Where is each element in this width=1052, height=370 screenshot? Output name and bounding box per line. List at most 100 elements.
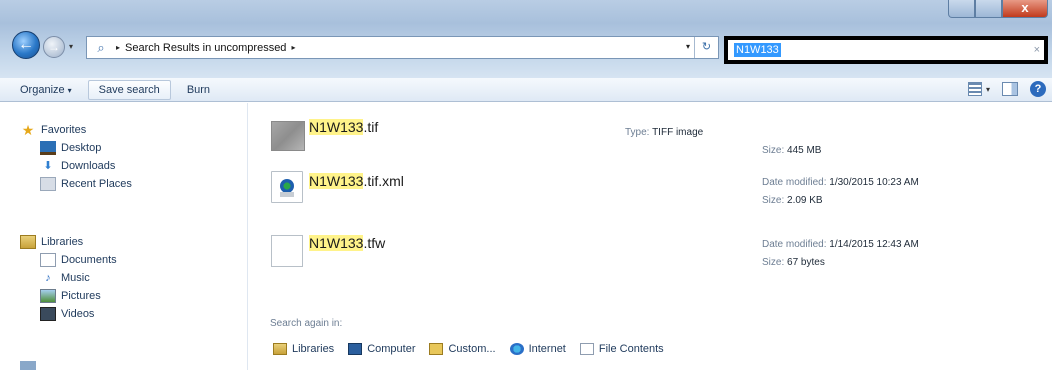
size-value: 2.09 KB	[787, 195, 823, 206]
organize-button[interactable]: Organize ▾	[10, 81, 82, 99]
sidebar-item-recent-places[interactable]: Recent Places	[20, 175, 132, 193]
navigation-pane: ★ Favorites Desktop ⬇ Downloads Recent P…	[0, 103, 248, 370]
sidebar-item-partial[interactable]	[20, 361, 110, 370]
chevron-down-icon[interactable]: ▾	[986, 85, 990, 94]
address-history-dropdown-icon[interactable]: ▾	[686, 42, 690, 51]
back-button[interactable]: ←	[12, 31, 40, 59]
desktop-icon	[40, 141, 56, 155]
forward-button[interactable]: →	[43, 36, 65, 58]
close-button[interactable]: x	[1002, 0, 1048, 18]
link-label: File Contents	[598, 343, 664, 355]
pictures-icon	[40, 289, 56, 303]
search-again-internet-link[interactable]: Internet	[509, 343, 566, 355]
search-again-libraries-link[interactable]: Libraries	[273, 343, 334, 355]
file-extension: .tif.xml	[363, 173, 404, 189]
star-icon: ★	[21, 122, 35, 138]
type-value: TIFF image	[652, 127, 704, 138]
file-size: Size: 67 bytes	[762, 257, 825, 268]
maximize-button[interactable]	[975, 0, 1002, 18]
change-view-icon[interactable]	[967, 82, 982, 96]
title-bar: x ← → ▾ ⌕ ▸ Search Results in uncompress…	[0, 0, 1052, 78]
file-name[interactable]: N1W133.tfw	[309, 235, 385, 251]
search-again-computer-link[interactable]: Computer	[348, 343, 415, 355]
search-again-label: Search again in:	[270, 318, 343, 329]
file-size: Size: 2.09 KB	[762, 195, 823, 206]
sidebar-item-label: Music	[61, 272, 90, 284]
recent-places-icon	[40, 177, 56, 191]
search-again-file-contents-link[interactable]: File Contents	[579, 343, 664, 355]
search-results-pane: N1W133.tif Type: TIFF image Size: 445 MB…	[249, 103, 1052, 370]
date-value: 1/30/2015 10:23 AM	[829, 177, 919, 188]
link-label: Computer	[367, 343, 416, 355]
sidebar-item-label: Documents	[61, 254, 117, 266]
date-label: Date modified:	[762, 239, 827, 250]
search-query[interactable]: N1W133	[734, 43, 781, 57]
help-icon[interactable]: ?	[1030, 81, 1046, 97]
sidebar-item-label: Libraries	[41, 236, 84, 248]
file-size: Size: 445 MB	[762, 145, 821, 156]
file-name[interactable]: N1W133.tif	[309, 119, 378, 135]
minimize-button[interactable]	[948, 0, 975, 18]
favorites-group: ★ Favorites Desktop ⬇ Downloads Recent P…	[20, 121, 132, 193]
link-label: Custom...	[448, 343, 496, 355]
search-input[interactable]: N1W133 ×	[724, 36, 1048, 64]
size-label: Size:	[762, 195, 785, 206]
xml-file-icon	[271, 171, 303, 203]
recent-pages-dropdown[interactable]: ▾	[69, 42, 73, 51]
computer-icon	[348, 343, 363, 355]
size-value: 445 MB	[787, 145, 822, 156]
file-date-modified: Date modified: 1/14/2015 12:43 AM	[762, 239, 919, 250]
blank-file-icon	[271, 235, 303, 267]
search-match-highlight: N1W133	[309, 235, 364, 251]
sidebar-item-libraries[interactable]: Libraries	[20, 233, 117, 251]
music-icon: ♪	[45, 272, 51, 284]
file-type: Type: TIFF image	[625, 127, 703, 138]
sidebar-item-pictures[interactable]: Pictures	[20, 287, 117, 305]
libraries-icon	[273, 343, 287, 355]
internet-globe-icon	[509, 343, 524, 355]
sidebar-item-label: Desktop	[61, 142, 102, 154]
address-bar[interactable]: ⌕ ▸ Search Results in uncompressed ▸ ▾ ↻	[86, 36, 719, 59]
search-again-locations: Libraries Computer Custom... Internet Fi…	[273, 343, 664, 355]
preview-pane-icon[interactable]	[1002, 82, 1018, 96]
link-label: Internet	[528, 343, 566, 355]
sidebar-item-desktop[interactable]: Desktop	[20, 139, 132, 157]
sidebar-item-label: Recent Places	[61, 178, 132, 190]
size-value: 67 bytes	[787, 257, 825, 268]
sidebar-item-label: Favorites	[41, 124, 87, 136]
clear-search-icon[interactable]: ×	[1034, 44, 1040, 56]
file-extension: .tfw	[363, 235, 386, 251]
sidebar-item-label: Pictures	[61, 290, 101, 302]
sidebar-item-documents[interactable]: Documents	[20, 251, 117, 269]
search-match-highlight: N1W133	[309, 173, 364, 189]
sidebar-item-favorites[interactable]: ★ Favorites	[20, 121, 132, 139]
size-label: Size:	[762, 145, 785, 156]
link-label: Libraries	[292, 343, 335, 355]
sidebar-item-label: Downloads	[61, 160, 116, 172]
sidebar-item-videos[interactable]: Videos	[20, 305, 117, 323]
result-row[interactable]: N1W133.tif Type: TIFF image Size: 445 MB	[249, 103, 1052, 159]
refresh-icon[interactable]: ↻	[694, 37, 718, 58]
documents-icon	[40, 253, 56, 267]
burn-button[interactable]: Burn	[177, 81, 220, 99]
sidebar-item-music[interactable]: ♪ Music	[20, 269, 117, 287]
save-search-button[interactable]: Save search	[87, 79, 171, 100]
file-name[interactable]: N1W133.tif.xml	[309, 173, 404, 189]
chevron-right-icon[interactable]: ▸	[291, 43, 295, 52]
document-icon	[579, 343, 594, 355]
result-row[interactable]: N1W133.tfw Date modified: 1/14/2015 12:4…	[249, 227, 1052, 283]
command-bar: Organize ▾ Save search Burn ▾ ?	[0, 78, 1052, 102]
chevron-down-icon: ▾	[67, 85, 72, 95]
file-extension: .tif	[363, 119, 379, 135]
result-row[interactable]: N1W133.tif.xml Date modified: 1/30/2015 …	[249, 163, 1052, 219]
search-again-custom-link[interactable]: Custom...	[429, 343, 496, 355]
sidebar-item-label: Videos	[61, 308, 95, 320]
breadcrumb[interactable]: Search Results in uncompressed	[125, 42, 286, 54]
view-controls: ▾ ?	[967, 81, 1046, 97]
sidebar-item-downloads[interactable]: ⬇ Downloads	[20, 157, 132, 175]
libraries-group: Libraries Documents ♪ Music Pictures Vid…	[20, 233, 117, 323]
videos-icon	[40, 307, 56, 321]
downloads-icon: ⬇	[43, 160, 53, 172]
window-controls: x	[948, 0, 1048, 22]
chevron-right-icon[interactable]: ▸	[116, 43, 120, 52]
